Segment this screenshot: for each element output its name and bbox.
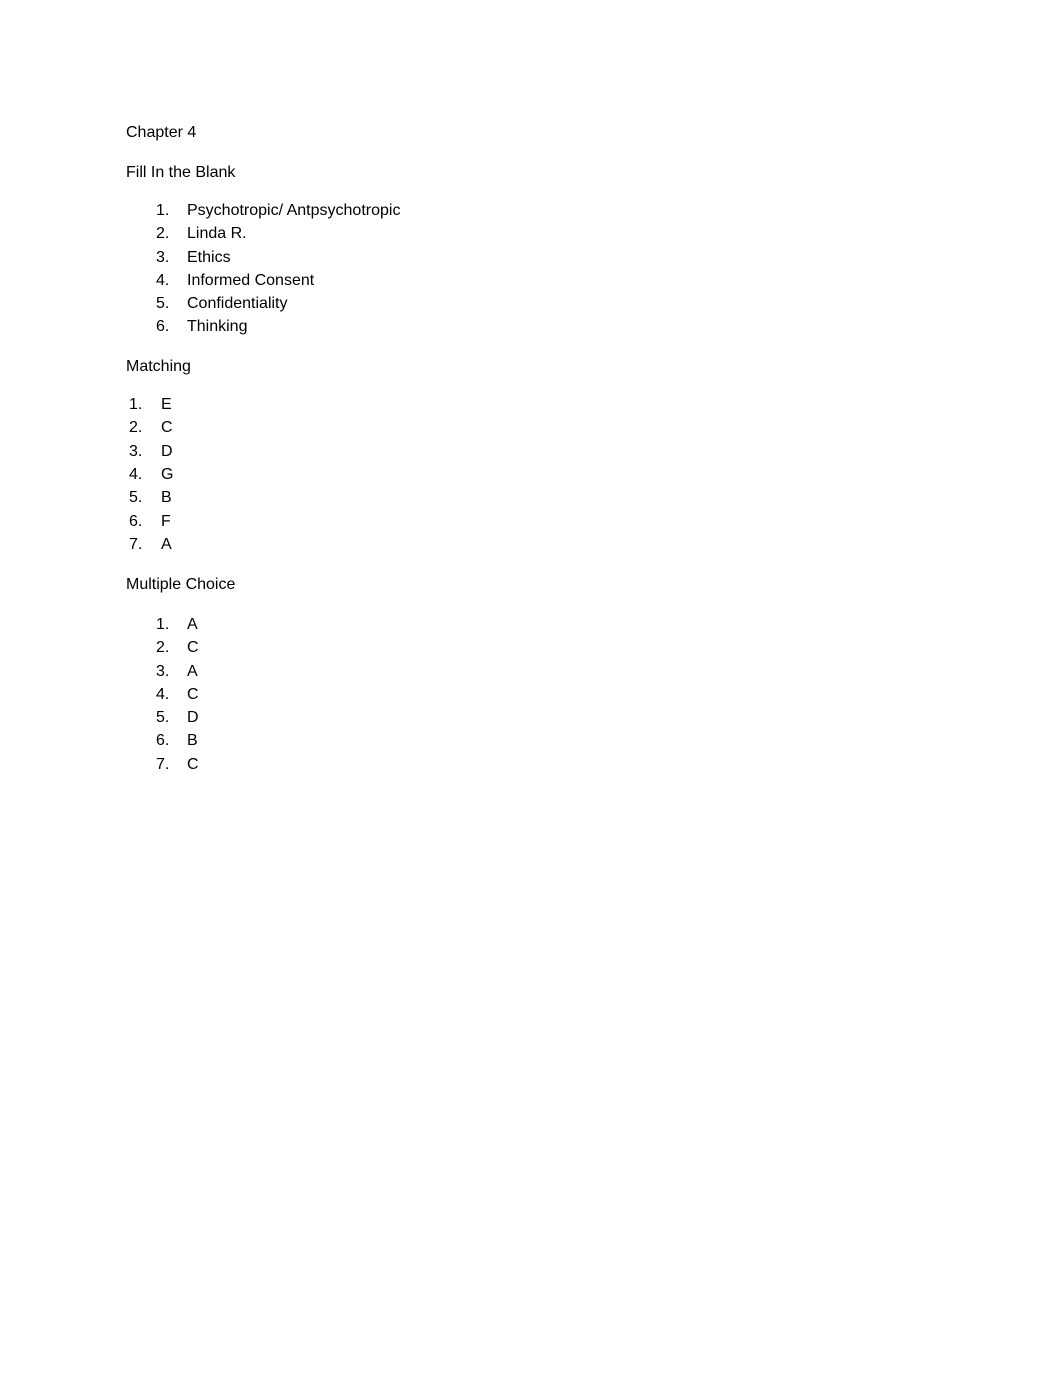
item-answer: Ethics — [187, 248, 231, 266]
section-heading-matching: Matching — [126, 358, 191, 375]
item-answer: Informed Consent — [187, 271, 315, 289]
item-number: 3. — [156, 248, 170, 266]
item-answer: G — [161, 465, 174, 483]
item-answer: D — [187, 709, 199, 727]
item-answer: Linda R. — [187, 225, 247, 243]
item-answer: A — [187, 662, 198, 680]
item-answer: C — [161, 419, 173, 437]
item-number: 5. — [156, 709, 170, 727]
item-number: 6. — [156, 732, 170, 750]
section-heading-fill-in-the-blank: Fill In the Blank — [126, 164, 236, 181]
item-answer: Confidentiality — [187, 295, 288, 313]
item-number: 2. — [129, 419, 143, 437]
item-number: 5. — [156, 295, 170, 313]
item-number: 4. — [156, 271, 170, 289]
item-answer: A — [161, 536, 172, 554]
item-number: 7. — [129, 536, 143, 554]
item-number: 1. — [156, 202, 170, 219]
item-answer: C — [187, 755, 199, 773]
document-page: Chapter 4 Fill In the Blank 1. Psychotrop… — [0, 0, 1062, 1377]
item-answer: C — [187, 685, 199, 703]
item-answer: E — [161, 396, 172, 413]
item-answer: B — [187, 732, 198, 750]
item-answer: D — [161, 442, 173, 460]
item-answer: A — [187, 616, 198, 633]
section-heading-multiple-choice: Multiple Choice — [126, 576, 236, 593]
item-number: 4. — [129, 465, 143, 483]
item-answer: Psychotropic/ Antpsychotropic — [187, 202, 401, 219]
item-answer: B — [161, 489, 172, 507]
chapter-title: Chapter 4 — [126, 124, 197, 141]
item-number: 5. — [129, 489, 143, 507]
item-number: 7. — [156, 755, 170, 773]
item-number: 1. — [156, 616, 170, 633]
item-number: 1. — [129, 396, 143, 413]
item-number: 3. — [156, 662, 170, 680]
item-number: 2. — [156, 639, 170, 657]
item-answer: C — [187, 639, 199, 657]
item-answer: Thinking — [187, 318, 248, 336]
item-number: 6. — [156, 318, 170, 336]
item-number: 2. — [156, 225, 170, 243]
item-number: 4. — [156, 685, 170, 703]
item-number: 3. — [129, 442, 143, 460]
item-answer: F — [161, 513, 171, 531]
item-number: 6. — [129, 513, 143, 531]
